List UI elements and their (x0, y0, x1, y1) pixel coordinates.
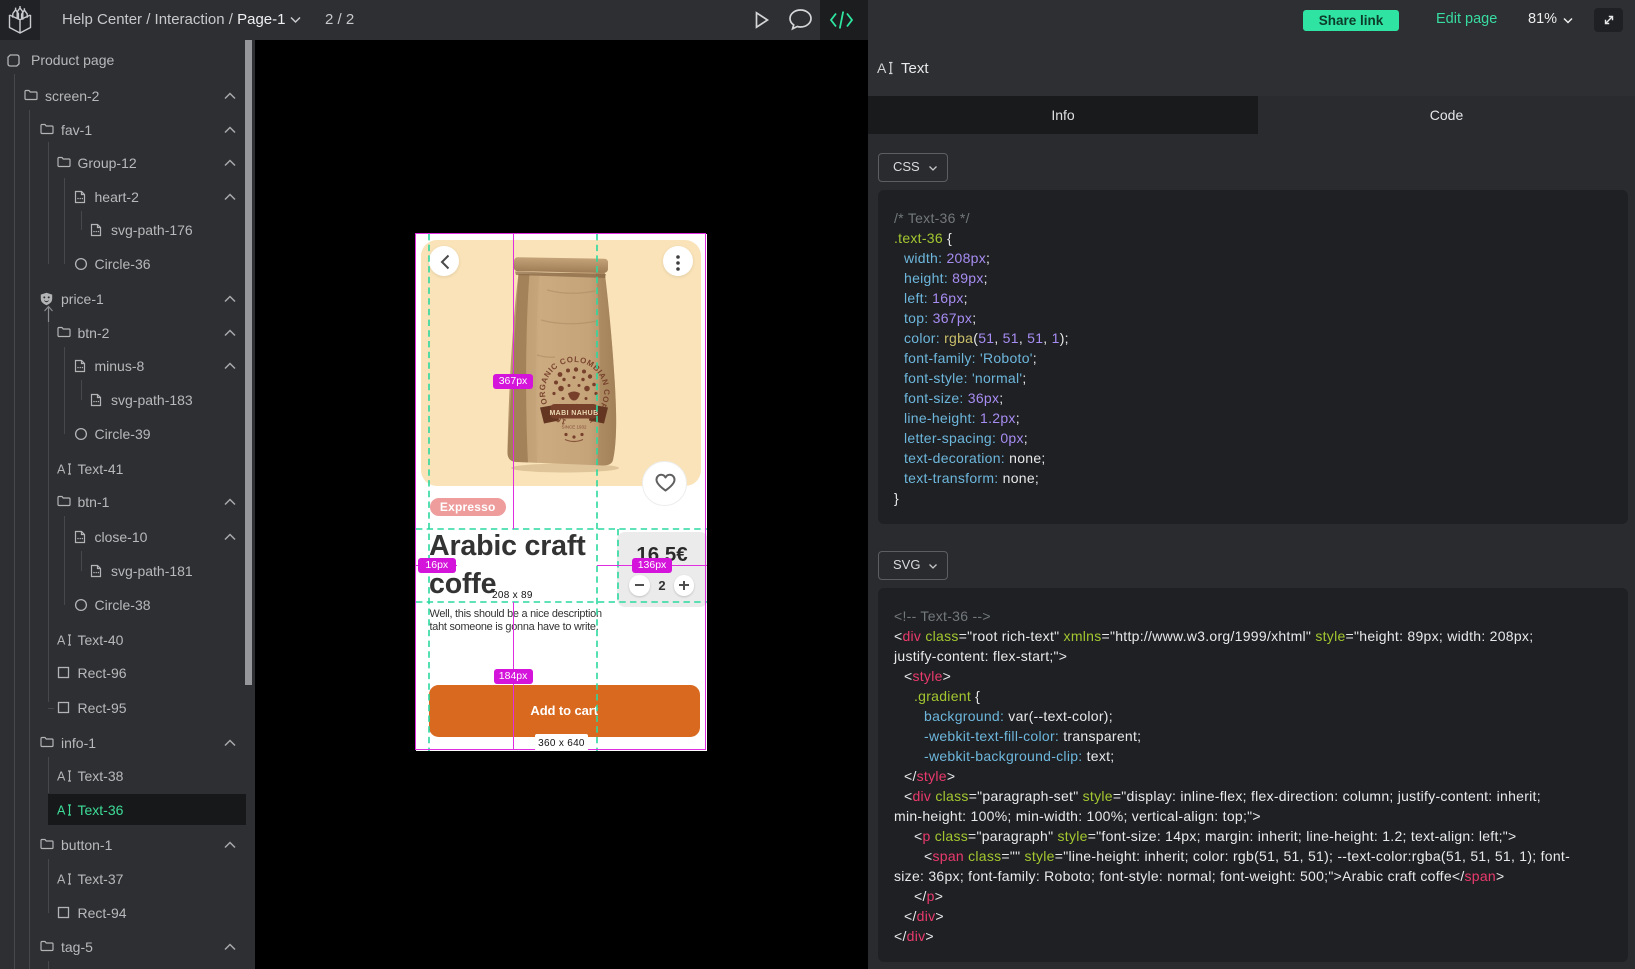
svg-text:A: A (57, 873, 66, 887)
svg-text:A: A (57, 634, 66, 648)
svg-text:A: A (57, 463, 66, 477)
svg-text:A: A (877, 60, 887, 76)
svg-text:A: A (57, 804, 66, 818)
svg-text:A: A (57, 770, 66, 784)
